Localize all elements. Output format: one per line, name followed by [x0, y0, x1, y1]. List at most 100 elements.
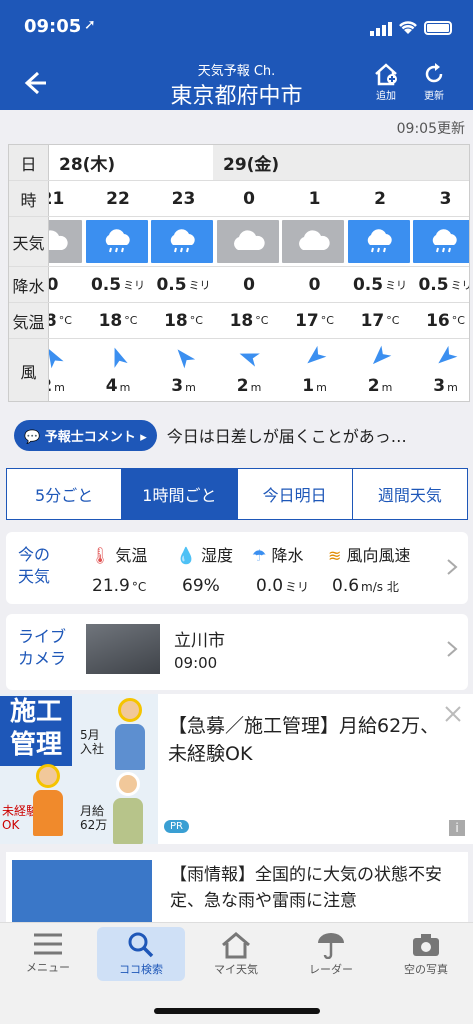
- rain-cloud-icon: [367, 228, 392, 252]
- temp-unit: °C: [58, 314, 72, 327]
- precip-value: 0.5: [418, 274, 449, 295]
- temp-unit: °C: [451, 314, 465, 327]
- temp-unit: °C: [189, 314, 203, 327]
- temp-cell: 18°C: [217, 303, 282, 338]
- search-icon: [128, 932, 154, 958]
- home-add-icon: [375, 63, 397, 86]
- day-header: 28(木): [49, 145, 213, 180]
- precip-row: 降水 00.5ミリ0.5ミリ000.5ミリ0.5ミリ: [9, 267, 469, 303]
- precip-item: ☂ 降水: [252, 546, 304, 565]
- wind-cell: 2m: [217, 339, 282, 401]
- weather-cell: [85, 220, 148, 263]
- comment-text: 今日は日差しが届くことがあっ…: [166, 427, 407, 446]
- precip-value: 0: [243, 274, 255, 295]
- tab-radar[interactable]: レーダー: [287, 927, 375, 981]
- wind-direction-arrow-icon: [239, 353, 260, 367]
- precip-cell: 0: [49, 267, 85, 302]
- weather-cell: [282, 220, 344, 263]
- temp-cell: 16 °C: [413, 303, 469, 338]
- precip-value: 0.5: [156, 274, 187, 295]
- precip-value: 0.5: [352, 274, 384, 295]
- precip-cell: 0: [282, 267, 347, 302]
- weather-cell: [216, 220, 279, 263]
- chevron-right-icon: [447, 559, 458, 575]
- thermometer-icon: 🌡: [90, 546, 111, 565]
- news-card[interactable]: 【雨情報】全国的に大気の状態不安定、急な雨や雷雨に注意: [6, 852, 468, 922]
- precip-unit: ミリ: [450, 278, 469, 292]
- wind-value: 0.6 m/s 北: [332, 576, 399, 596]
- wind-speed-value: 2: [236, 376, 249, 396]
- droplets-icon: 💧: [176, 546, 196, 565]
- temp-unit: °C: [124, 314, 138, 327]
- add-location-button[interactable]: 追加: [368, 62, 404, 102]
- camera-thumbnail: [86, 624, 160, 674]
- wind-direction-arrow-icon: [49, 348, 64, 369]
- tab-my-weather[interactable]: マイ天気: [192, 927, 280, 981]
- cloud-icon: [299, 229, 330, 250]
- wind-unit: m: [316, 381, 327, 394]
- tab-today-tomorrow[interactable]: 今日明日: [238, 469, 353, 519]
- tab-search[interactable]: ココ検索: [97, 927, 185, 981]
- day-header: 29(金): [213, 145, 469, 180]
- tab-menu[interactable]: メニュー: [4, 927, 92, 981]
- precip-unit: ミリ: [385, 278, 408, 292]
- worker-illustration: [115, 724, 145, 770]
- ad-banner[interactable]: 施工 管理 5月 入社 未経験 OK 月給 62万 【急募／施工管理】月給62万、未経験…: [0, 694, 473, 844]
- updated-time: 09:05更新: [396, 121, 465, 137]
- close-icon[interactable]: [443, 704, 463, 724]
- tab-weekly[interactable]: 週間天気: [353, 469, 467, 519]
- precip-unit: ミリ: [188, 278, 211, 292]
- day-row: 日 28(木) 29(金): [9, 145, 469, 181]
- ad-text[interactable]: 【急募／施工管理】月給62万、未経験OK: [168, 712, 448, 768]
- nav-bar: 天気予報 Ch. 東京都府中市 追加 更新: [0, 58, 473, 110]
- day-row-label: 日: [9, 145, 49, 180]
- wind-speed-value: 3: [433, 376, 446, 396]
- tab-my-weather-label: マイ天気: [214, 963, 258, 976]
- news-weather-map-image: [12, 860, 152, 922]
- ad-image: 施工 管理 5月 入社 未経験 OK 月給 62万: [0, 694, 158, 844]
- precip-cell: 0.5ミリ: [86, 267, 151, 302]
- forecaster-comment-button[interactable]: 💬 予報士コメント ▸: [14, 419, 157, 451]
- rain-cloud-icon: [105, 228, 130, 252]
- forecast-tabs: 5分ごと 1時間ごと 今日明日 週間天気: [6, 468, 468, 520]
- weather-row: 天気: [9, 217, 469, 267]
- weather-row-label: 天気: [9, 217, 49, 266]
- tab-hourly[interactable]: 1時間ごと: [122, 469, 238, 519]
- tab-5min[interactable]: 5分ごと: [7, 469, 123, 519]
- hourly-forecast-table[interactable]: 日 28(木) 29(金) 時 2122230123 天気 降水 00.5ミリ0…: [8, 144, 470, 402]
- ad-badge: 施工 管理: [0, 696, 72, 766]
- temp-cell: 17 °C: [348, 303, 413, 338]
- temp-unit: °C: [255, 314, 269, 327]
- wind-unit: m: [447, 381, 458, 394]
- refresh-icon: [425, 63, 443, 83]
- humidity-item: 💧 湿度: [176, 546, 234, 565]
- humidity-value: 69%: [182, 576, 220, 596]
- add-label: 追加: [376, 91, 396, 102]
- temp-value: 18: [164, 310, 188, 331]
- current-weather-card[interactable]: 今の 天気 🌡 気温 21.9 °C 💧 湿度 69% ☂ 降水 0.0 ミリ ≋ 風…: [6, 532, 468, 604]
- precip-row-label: 降水: [9, 267, 49, 302]
- wind-cell: 1m: [282, 339, 347, 401]
- wind-direction-arrow-icon: [114, 347, 128, 368]
- precip-cell: 0.5ミリ: [151, 267, 216, 302]
- tab-sky-photo[interactable]: 空の写真: [382, 927, 470, 981]
- precip-cell: 0.5ミリ: [413, 267, 469, 302]
- refresh-button[interactable]: 更新: [416, 62, 452, 102]
- wind-direction-arrow-icon: [437, 345, 457, 364]
- tab-radar-label: レーダー: [309, 963, 353, 976]
- hour-cell: 21: [49, 188, 65, 209]
- ad-info-icon[interactable]: i: [449, 820, 465, 836]
- precip-value: 0.0 ミリ: [256, 576, 310, 596]
- forecaster-comment[interactable]: 💬 予報士コメント ▸ 今日は日差しが届くことがあっ…: [14, 419, 464, 451]
- rain-cloud-icon: [170, 228, 195, 252]
- wind-speed-value: 4: [105, 376, 118, 396]
- hour-cell: 0: [243, 188, 255, 209]
- wind-cell: 3m: [413, 339, 469, 401]
- temp-row-label: 気温: [9, 303, 49, 338]
- location-arrow-icon: ➚: [84, 17, 96, 33]
- refresh-label: 更新: [424, 91, 444, 102]
- precip-value: 0: [308, 274, 321, 295]
- tab-search-label: ココ検索: [119, 963, 163, 976]
- live-camera-card[interactable]: ライブ カメラ 立川市 09:00: [6, 614, 468, 690]
- weather-cell: [413, 220, 469, 263]
